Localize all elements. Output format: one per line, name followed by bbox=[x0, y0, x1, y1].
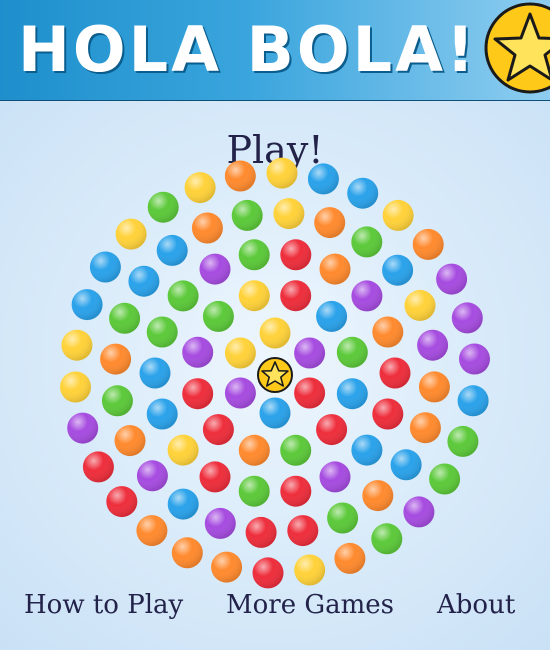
ball-green[interactable] bbox=[147, 191, 179, 223]
ball-orange[interactable] bbox=[334, 542, 366, 574]
ball-green[interactable] bbox=[327, 502, 359, 534]
ball-green[interactable] bbox=[280, 434, 312, 466]
ball-yellow[interactable] bbox=[273, 198, 305, 230]
ball-purple[interactable] bbox=[224, 377, 256, 409]
ball-red[interactable] bbox=[280, 475, 312, 507]
ball-purple[interactable] bbox=[199, 253, 231, 285]
ball-purple[interactable] bbox=[436, 263, 468, 295]
ball-yellow[interactable] bbox=[115, 218, 147, 250]
ball-orange[interactable] bbox=[362, 480, 394, 512]
ball-purple[interactable] bbox=[351, 280, 383, 312]
ball-red[interactable] bbox=[280, 239, 312, 271]
about-link[interactable]: About bbox=[437, 590, 515, 620]
ball-blue[interactable] bbox=[390, 449, 422, 481]
ball-orange[interactable] bbox=[100, 343, 132, 375]
ball-green[interactable] bbox=[231, 199, 263, 231]
how-to-play-link[interactable]: How to Play bbox=[24, 590, 183, 620]
star-icon bbox=[257, 357, 293, 393]
header-bar: HOLA BOLA! bbox=[0, 0, 550, 101]
ball-yellow[interactable] bbox=[184, 172, 216, 204]
ball-blue[interactable] bbox=[347, 177, 379, 209]
ball-orange[interactable] bbox=[191, 212, 223, 244]
ball-green[interactable] bbox=[238, 475, 270, 507]
ball-orange[interactable] bbox=[136, 515, 168, 547]
ball-purple[interactable] bbox=[417, 329, 449, 361]
ball-purple[interactable] bbox=[67, 412, 99, 444]
ball-orange[interactable] bbox=[171, 537, 203, 569]
ball-green[interactable] bbox=[146, 316, 178, 348]
ball-orange[interactable] bbox=[418, 371, 450, 403]
ball-orange[interactable] bbox=[319, 253, 351, 285]
ball-blue[interactable] bbox=[382, 254, 414, 286]
ball-purple[interactable] bbox=[204, 507, 236, 539]
ball-blue[interactable] bbox=[336, 378, 368, 410]
star-coin-icon bbox=[478, 0, 550, 100]
ball-red[interactable] bbox=[245, 516, 277, 548]
ball-red[interactable] bbox=[316, 414, 348, 446]
ball-green[interactable] bbox=[101, 385, 133, 417]
ball-red[interactable] bbox=[294, 377, 326, 409]
ball-blue[interactable] bbox=[259, 397, 291, 429]
ball-red[interactable] bbox=[82, 451, 114, 483]
ball-yellow[interactable] bbox=[266, 157, 298, 189]
ball-orange[interactable] bbox=[409, 412, 441, 444]
ball-yellow[interactable] bbox=[60, 371, 91, 403]
ball-blue[interactable] bbox=[71, 289, 103, 321]
ball-blue[interactable] bbox=[156, 234, 188, 266]
game-logo-title: HOLA BOLA! bbox=[18, 13, 478, 86]
ball-orange[interactable] bbox=[238, 434, 270, 466]
ball-red[interactable] bbox=[287, 515, 319, 547]
ball-green[interactable] bbox=[429, 463, 461, 495]
ball-blue[interactable] bbox=[89, 251, 121, 283]
ball-blue[interactable] bbox=[146, 398, 178, 430]
more-games-link[interactable]: More Games bbox=[226, 590, 394, 620]
ball-red[interactable] bbox=[372, 398, 404, 430]
ball-yellow[interactable] bbox=[238, 280, 270, 312]
ball-green[interactable] bbox=[371, 523, 403, 555]
ball-yellow[interactable] bbox=[382, 199, 414, 231]
ball-yellow[interactable] bbox=[294, 554, 326, 586]
ball-orange[interactable] bbox=[314, 207, 346, 239]
ball-blue[interactable] bbox=[307, 163, 339, 195]
ball-green[interactable] bbox=[351, 226, 383, 258]
ball-yellow[interactable] bbox=[224, 337, 256, 369]
ball-purple[interactable] bbox=[403, 496, 435, 528]
ball-blue[interactable] bbox=[167, 488, 199, 520]
ball-blue[interactable] bbox=[128, 265, 160, 297]
ball-red[interactable] bbox=[202, 414, 234, 446]
ball-yellow[interactable] bbox=[404, 289, 436, 321]
ball-orange[interactable] bbox=[211, 551, 243, 583]
ball-blue[interactable] bbox=[316, 300, 348, 332]
ball-yellow[interactable] bbox=[61, 329, 93, 361]
ball-red[interactable] bbox=[106, 486, 138, 518]
ball-orange[interactable] bbox=[372, 316, 404, 348]
ball-green[interactable] bbox=[447, 425, 479, 457]
ball-blue[interactable] bbox=[139, 357, 171, 389]
ball-green[interactable] bbox=[238, 239, 270, 271]
ball-purple[interactable] bbox=[294, 337, 326, 369]
ball-yellow[interactable] bbox=[167, 434, 199, 466]
ball-green[interactable] bbox=[336, 336, 368, 368]
ball-purple[interactable] bbox=[182, 336, 214, 368]
ball-red[interactable] bbox=[280, 280, 312, 312]
ball-blue[interactable] bbox=[457, 385, 489, 417]
ball-orange[interactable] bbox=[224, 160, 256, 192]
ball-green[interactable] bbox=[109, 302, 141, 334]
ball-blue[interactable] bbox=[351, 434, 383, 466]
ball-red[interactable] bbox=[252, 557, 284, 589]
ball-red[interactable] bbox=[199, 461, 231, 493]
ball-yellow[interactable] bbox=[259, 317, 291, 349]
ball-purple[interactable] bbox=[459, 343, 490, 375]
ball-green[interactable] bbox=[202, 300, 234, 332]
ball-orange[interactable] bbox=[412, 228, 444, 260]
ball-purple[interactable] bbox=[451, 302, 483, 334]
ball-red[interactable] bbox=[182, 378, 214, 410]
ball-purple[interactable] bbox=[136, 460, 168, 492]
ball-purple[interactable] bbox=[319, 461, 351, 493]
ball-green[interactable] bbox=[167, 280, 199, 312]
ball-orange[interactable] bbox=[114, 425, 146, 457]
ball-red[interactable] bbox=[379, 357, 411, 389]
